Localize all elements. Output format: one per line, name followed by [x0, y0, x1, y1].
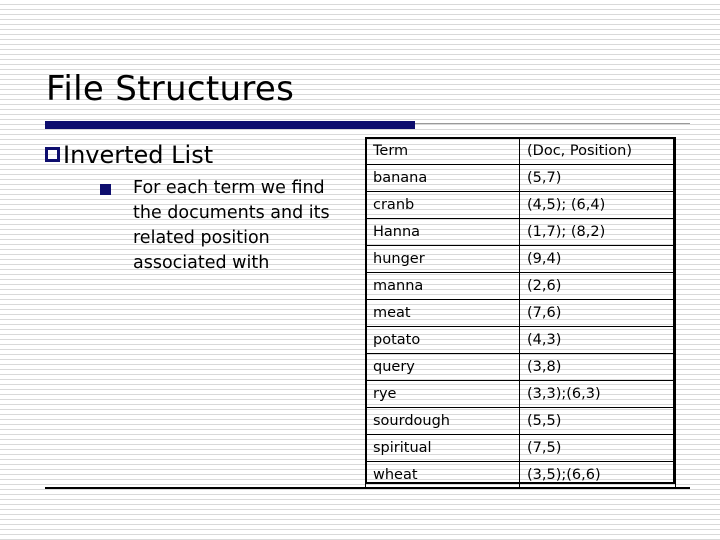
table-cell-term: hunger [365, 245, 520, 273]
list-item-level2: For each term we find the documents and … [100, 176, 355, 276]
table-row: spiritual (7,5) [365, 434, 676, 462]
table-header-row: Term (Doc, Position) [365, 137, 676, 165]
page-title: File Structures [46, 69, 295, 109]
slide-canvas: File Structures Inverted List For each t… [0, 0, 720, 540]
inverted-list-table: Term (Doc, Position) banana (5,7) cranb … [365, 137, 676, 489]
table-cell-positions: (3,5);(6,6) [519, 461, 676, 489]
table-row: potato (4,3) [365, 326, 676, 354]
table-cell-term: cranb [365, 191, 520, 219]
table-row: Hanna (1,7); (8,2) [365, 218, 676, 246]
table-cell-term: potato [365, 326, 520, 354]
table-row: sourdough (5,5) [365, 407, 676, 435]
table-cell-positions: (1,7); (8,2) [519, 218, 676, 246]
table-row: wheat (3,5);(6,6) [365, 461, 676, 489]
table-row: meat (7,6) [365, 299, 676, 327]
table-header-term: Term [365, 137, 520, 165]
table-cell-term: query [365, 353, 520, 381]
table-cell-term: wheat [365, 461, 520, 489]
table-cell-positions: (3,8) [519, 353, 676, 381]
table-cell-term: sourdough [365, 407, 520, 435]
filled-square-bullet-icon [100, 184, 111, 195]
table-row: hunger (9,4) [365, 245, 676, 273]
table-row: rye (3,3);(6,3) [365, 380, 676, 408]
table-cell-positions: (4,3) [519, 326, 676, 354]
table-cell-term: Hanna [365, 218, 520, 246]
table-header-position: (Doc, Position) [519, 137, 676, 165]
table-cell-term: banana [365, 164, 520, 192]
list-item-level2-label: For each term we find the documents and … [133, 178, 330, 273]
table-cell-term: spiritual [365, 434, 520, 462]
footer-divider-line [45, 487, 690, 489]
table-cell-positions: (5,5) [519, 407, 676, 435]
hollow-square-bullet-icon [45, 147, 60, 162]
table-row: manna (2,6) [365, 272, 676, 300]
table-cell-positions: (7,5) [519, 434, 676, 462]
table-cell-positions: (3,3);(6,3) [519, 380, 676, 408]
title-divider-accent-bar [45, 121, 415, 129]
table-row: cranb (4,5); (6,4) [365, 191, 676, 219]
list-item-level1-label: Inverted List [63, 141, 214, 169]
table-cell-positions: (2,6) [519, 272, 676, 300]
table-cell-positions: (9,4) [519, 245, 676, 273]
table-cell-positions: (7,6) [519, 299, 676, 327]
table-row: query (3,8) [365, 353, 676, 381]
table-cell-positions: (4,5); (6,4) [519, 191, 676, 219]
table-cell-term: meat [365, 299, 520, 327]
table-cell-term: rye [365, 380, 520, 408]
table-cell-term: manna [365, 272, 520, 300]
bullet-list: Inverted List For each term we find the … [45, 140, 355, 276]
list-item-level1: Inverted List [45, 140, 355, 170]
table-cell-positions: (5,7) [519, 164, 676, 192]
table-row: banana (5,7) [365, 164, 676, 192]
